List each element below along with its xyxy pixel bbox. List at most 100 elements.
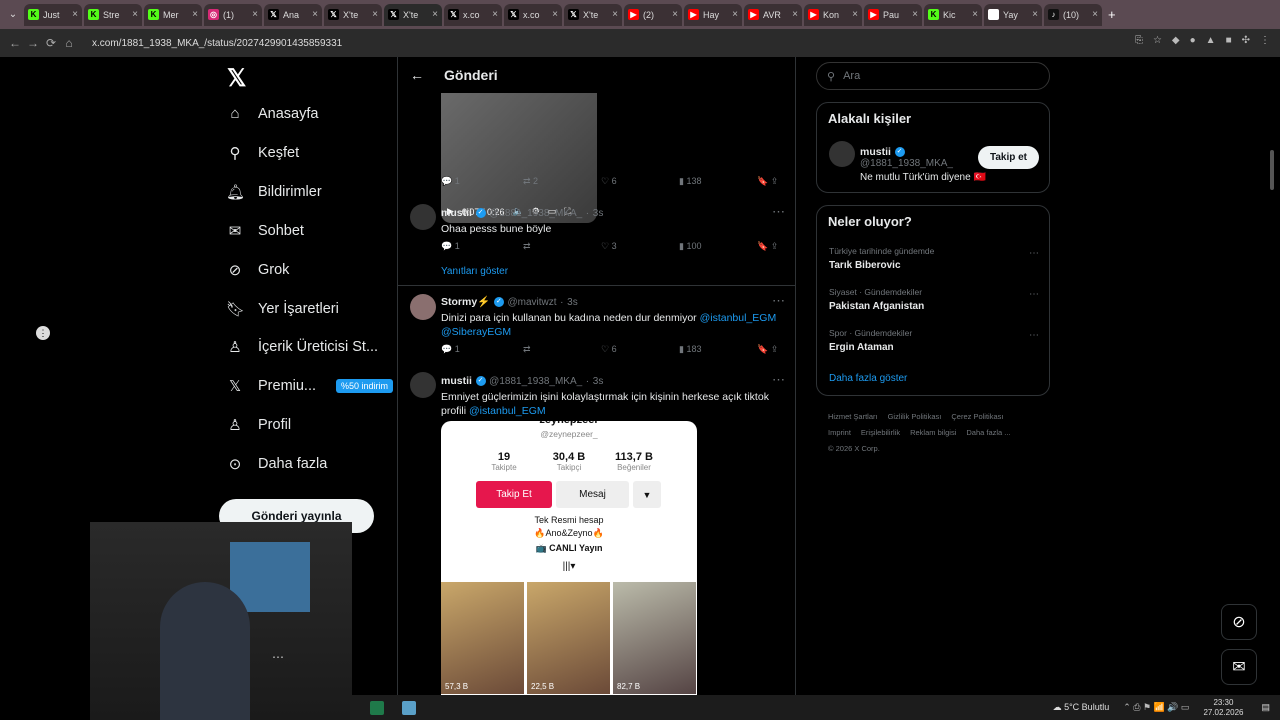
app-icon[interactable] — [402, 700, 416, 715]
forward-icon[interactable]: → — [24, 36, 42, 50]
scrollbar[interactable] — [1270, 150, 1274, 190]
home-icon[interactable]: ⌂ — [60, 36, 78, 50]
footer-link[interactable]: Daha fazla ... — [966, 428, 1010, 437]
tweet-time[interactable]: 3s — [567, 297, 578, 308]
tweet-author[interactable]: mustii — [441, 207, 472, 219]
browser-tab[interactable]: ▶ AVR × — [744, 3, 802, 26]
footer-link[interactable]: Imprint — [828, 428, 851, 437]
footer-link[interactable]: Gizlilik Politikası — [888, 412, 942, 421]
close-icon[interactable]: × — [612, 9, 618, 20]
browser-tab[interactable]: 𝕏 X'te × — [324, 3, 382, 26]
mention-link[interactable]: @istanbul_EGM — [469, 405, 546, 417]
close-icon[interactable]: × — [1032, 9, 1038, 20]
more-icon[interactable]: ⋯ — [1029, 289, 1039, 300]
reply-button[interactable]: 💬 1 — [441, 241, 523, 252]
grok-icon[interactable]: ⊘ — [1221, 604, 1257, 640]
follow-button[interactable]: Takip et — [977, 146, 1039, 169]
close-icon[interactable]: × — [1092, 9, 1098, 20]
extension-icon[interactable]: ● — [1190, 35, 1196, 46]
tweet-time[interactable]: 3s — [593, 376, 604, 387]
browser-tab[interactable]: ◆ Yay × — [984, 3, 1042, 26]
more-vertical-icon[interactable]: ⋮ — [36, 326, 50, 340]
sidebar-item[interactable]: ♙ İçerik Üreticisi St... — [226, 338, 378, 356]
reload-icon[interactable]: ⟳ — [42, 36, 60, 50]
show-replies-link[interactable]: Yanıtları göster — [441, 266, 508, 277]
close-icon[interactable]: × — [672, 9, 678, 20]
bookmark-icon[interactable]: 🔖 ⇪ — [757, 176, 778, 187]
avatar[interactable] — [410, 204, 436, 230]
more-icon[interactable]: ⋯ — [772, 293, 785, 309]
avatar[interactable] — [410, 294, 436, 320]
avatar[interactable] — [410, 372, 436, 398]
tweet-author[interactable]: mustii — [441, 375, 472, 387]
browser-tab[interactable]: K Mer × — [144, 3, 202, 26]
browser-tab[interactable]: 𝕏x.co × — [504, 3, 562, 26]
browser-tab[interactable]: 𝕏 X'te × — [384, 3, 442, 26]
close-icon[interactable]: × — [732, 9, 738, 20]
repost-button[interactable]: ⇄ 2 — [523, 176, 601, 187]
related-person[interactable]: mustii ✓ @1881_1938_MKA_ Ne mutlu Türk'ü… — [860, 143, 986, 185]
sidebar-item[interactable]: ⊙ Daha fazla — [226, 455, 328, 473]
bookmark-icon[interactable]: 🔖 ⇪ — [757, 241, 778, 252]
footer-link[interactable]: © 2026 X Corp. — [828, 444, 880, 453]
footer-link[interactable]: Çerez Politikası — [951, 412, 1003, 421]
close-icon[interactable]: × — [432, 9, 438, 20]
more-icon[interactable]: ⋯ — [772, 204, 785, 220]
tab-list-icon[interactable]: ⌄ — [4, 9, 22, 20]
tweet-handle[interactable]: @1881_1938_MKA_ — [489, 376, 582, 387]
tweet-handle[interactable]: @mavitwzt — [508, 297, 557, 308]
views-button[interactable]: ▮ 138 — [679, 176, 757, 187]
puzzle-icon[interactable]: ✣ — [1242, 35, 1250, 46]
mention-link[interactable]: @SiberayEGM — [441, 326, 511, 338]
browser-tab[interactable]: ▶ (2) × — [624, 3, 682, 26]
extension-icon[interactable]: ◆ — [1172, 35, 1180, 46]
close-icon[interactable]: × — [252, 9, 258, 20]
tweet-time[interactable]: 3s — [593, 208, 604, 219]
sidebar-item[interactable]: ✉ Sohbet — [226, 222, 304, 240]
clock[interactable]: 23:30 27.02.2026 — [1203, 698, 1243, 718]
search-input[interactable]: ⚲ Ara — [816, 62, 1050, 90]
url-field[interactable]: x.com/1881_1938_MKA_/status/202742990143… — [92, 38, 342, 49]
mention-link[interactable]: @istanbul_EGM — [700, 312, 777, 324]
menu-icon[interactable]: ⋮ — [1260, 35, 1270, 46]
close-icon[interactable]: × — [312, 9, 318, 20]
close-icon[interactable]: × — [132, 9, 138, 20]
close-icon[interactable]: × — [192, 9, 198, 20]
more-icon[interactable]: ⋯ — [1029, 330, 1039, 341]
repost-button[interactable]: ⇄ — [523, 344, 601, 355]
close-icon[interactable]: × — [972, 9, 978, 20]
trend-item[interactable]: Siyaset · Gündemdekiler Pakistan Afganist… — [829, 287, 924, 312]
more-icon[interactable]: ⋯ — [1029, 248, 1039, 259]
install-icon[interactable]: ⎘ — [1135, 35, 1143, 46]
repost-button[interactable]: ⇄ — [523, 241, 601, 252]
sidebar-item[interactable]: 𝕏 Premiu... %50 indirim — [226, 377, 394, 395]
close-icon[interactable]: × — [492, 9, 498, 20]
browser-tab[interactable]: K Kic × — [924, 3, 982, 26]
sidebar-item[interactable]: ♙ Profil — [226, 416, 291, 434]
views-button[interactable]: ▮ 100 — [679, 241, 757, 252]
browser-tab[interactable]: ▶ Kon × — [804, 3, 862, 26]
like-button[interactable]: ♡ 6 — [601, 176, 679, 187]
extension-icon[interactable]: ▲ — [1206, 35, 1216, 46]
reply-button[interactable]: 💬 1 — [441, 176, 523, 187]
footer-link[interactable]: Erişilebilirlik — [861, 428, 900, 437]
show-more-link[interactable]: Daha fazla göster — [829, 373, 907, 384]
bookmark-icon[interactable]: 🔖 ⇪ — [757, 344, 778, 355]
close-icon[interactable]: × — [912, 9, 918, 20]
like-button[interactable]: ♡ 3 — [601, 241, 679, 252]
reply-button[interactable]: 💬 1 — [441, 344, 523, 355]
sidebar-item[interactable]: 🔖︎ Yer İşaretleri — [226, 300, 339, 318]
back-arrow-icon[interactable]: ← — [410, 67, 424, 83]
like-button[interactable]: ♡ 6 — [601, 344, 679, 355]
app-icon[interactable] — [370, 700, 384, 715]
close-icon[interactable]: × — [372, 9, 378, 20]
more-icon[interactable]: ⋯ — [772, 372, 785, 388]
footer-link[interactable]: Hizmet Şartları — [828, 412, 878, 421]
tweet-handle[interactable]: @1881_1938_MKA_ — [489, 208, 582, 219]
new-tab-icon[interactable]: + — [1108, 7, 1116, 22]
tray-icons[interactable]: ⌃ ⎙ ⚑ 📶 🔊 ▭ — [1123, 702, 1189, 713]
sidebar-item[interactable]: ⚲ Keşfet — [226, 144, 300, 162]
browser-tab[interactable]: ◎ (1) × — [204, 3, 262, 26]
sidebar-item[interactable]: ⌂ Anasayfa — [226, 105, 318, 122]
browser-tab[interactable]: K Just × — [24, 3, 82, 26]
